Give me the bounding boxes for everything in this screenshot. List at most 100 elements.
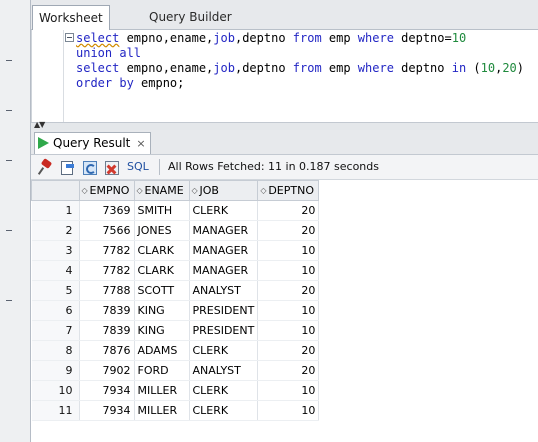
deptno-cell[interactable]: 10 bbox=[257, 400, 320, 421]
code-line[interactable]: select empno,ename,job,deptno from emp w… bbox=[76, 61, 524, 76]
table-row[interactable]: 7 7839 KING PRESIDENT 10 bbox=[31, 320, 320, 341]
deptno-cell[interactable]: 20 bbox=[257, 340, 320, 361]
column-header-job[interactable]: ◇ JOB bbox=[188, 180, 259, 201]
table-row[interactable]: 9 7902 FORD ANALYST 20 bbox=[31, 360, 320, 381]
row-number-cell[interactable]: 5 bbox=[31, 280, 80, 301]
deptno-cell[interactable]: 10 bbox=[257, 320, 320, 341]
deptno-cell[interactable]: 10 bbox=[257, 380, 320, 401]
table-row[interactable]: 1 7369 SMITH CLERK 20 bbox=[31, 200, 320, 221]
row-number-cell[interactable]: 6 bbox=[31, 300, 80, 321]
table-row[interactable]: 8 7876 ADAMS CLERK 20 bbox=[31, 340, 320, 361]
deptno-cell[interactable]: 10 bbox=[257, 300, 320, 321]
table-row[interactable]: 6 7839 KING PRESIDENT 10 bbox=[31, 300, 320, 321]
empno-cell[interactable]: 7369 bbox=[79, 200, 135, 221]
empno-cell[interactable]: 7839 bbox=[79, 300, 135, 321]
ename-cell[interactable]: KING bbox=[134, 320, 190, 341]
ename-cell[interactable]: CLARK bbox=[134, 240, 190, 261]
ename-cell[interactable]: SCOTT bbox=[134, 280, 190, 301]
job-cell[interactable]: ANALYST bbox=[189, 280, 259, 301]
table-row[interactable]: 5 7788 SCOTT ANALYST 20 bbox=[31, 280, 320, 301]
tab-query-result[interactable]: Query Result × bbox=[34, 132, 151, 154]
sql-keyword: select bbox=[76, 61, 120, 75]
result-rows: 1 7369 SMITH CLERK 20 2 7566 JONES MANAGER 20 3 778… bbox=[31, 200, 320, 421]
empno-cell[interactable]: 7902 bbox=[79, 360, 135, 381]
column-label: EMPNO bbox=[89, 184, 130, 197]
empno-cell[interactable]: 7934 bbox=[79, 400, 135, 421]
job-cell[interactable]: CLERK bbox=[189, 340, 259, 361]
empno-cell[interactable]: 7566 bbox=[79, 220, 135, 241]
empno-cell[interactable]: 7876 bbox=[79, 340, 135, 361]
table-row[interactable]: 4 7782 CLARK MANAGER 10 bbox=[31, 260, 320, 281]
deptno-cell[interactable]: 10 bbox=[257, 260, 320, 281]
deptno-cell[interactable]: 20 bbox=[257, 280, 320, 301]
sql-text: ,deptno bbox=[234, 61, 293, 75]
deptno-cell[interactable]: 10 bbox=[257, 240, 320, 261]
job-cell[interactable]: PRESIDENT bbox=[189, 320, 259, 341]
empno-cell[interactable]: 7782 bbox=[79, 260, 135, 281]
job-cell[interactable]: MANAGER bbox=[189, 260, 259, 281]
job-cell[interactable]: CLERK bbox=[189, 380, 259, 401]
sql-text: empno; bbox=[133, 76, 185, 90]
table-row[interactable]: 11 7934 MILLER CLERK 10 bbox=[31, 400, 320, 421]
row-number-cell[interactable]: 1 bbox=[31, 200, 80, 221]
ename-cell[interactable]: KING bbox=[134, 300, 190, 321]
row-number-cell[interactable]: 3 bbox=[31, 240, 80, 261]
code-line[interactable]: order by empno; bbox=[76, 76, 524, 91]
pin-icon[interactable] bbox=[37, 158, 53, 175]
empno-cell[interactable]: 7788 bbox=[79, 280, 135, 301]
job-cell[interactable]: CLERK bbox=[189, 200, 259, 221]
row-number-cell[interactable]: 7 bbox=[31, 320, 80, 341]
left-navigator-strip bbox=[0, 0, 31, 442]
table-row[interactable]: 2 7566 JONES MANAGER 20 bbox=[31, 220, 320, 241]
splitter-arrows-icon[interactable]: ▲▼ bbox=[34, 121, 45, 129]
deptno-cell[interactable]: 20 bbox=[257, 360, 320, 381]
job-cell[interactable]: MANAGER bbox=[189, 240, 259, 261]
tab-query-builder[interactable]: Query Builder bbox=[143, 6, 238, 28]
sql-button[interactable]: SQL bbox=[127, 160, 149, 173]
table-row[interactable]: 10 7934 MILLER CLERK 10 bbox=[31, 380, 320, 401]
sql-text: empno,ename, bbox=[119, 61, 214, 75]
code-line[interactable]: union all bbox=[76, 46, 524, 61]
column-header-empno[interactable]: ◇ EMPNO bbox=[78, 180, 135, 201]
tab-worksheet[interactable]: Worksheet bbox=[32, 5, 110, 30]
column-header-ename[interactable]: ◇ ENAME bbox=[133, 180, 190, 201]
export-icon[interactable] bbox=[59, 159, 75, 175]
ename-cell[interactable]: SMITH bbox=[134, 200, 190, 221]
ename-cell[interactable]: ADAMS bbox=[134, 340, 190, 361]
job-cell[interactable]: MANAGER bbox=[189, 220, 259, 241]
refresh-icon[interactable] bbox=[82, 159, 98, 175]
cancel-icon[interactable] bbox=[104, 159, 120, 175]
sql-number: 10 bbox=[480, 61, 496, 75]
ename-cell[interactable]: CLARK bbox=[134, 260, 190, 281]
deptno-cell[interactable]: 20 bbox=[257, 220, 320, 241]
empno-cell[interactable]: 7934 bbox=[79, 380, 135, 401]
row-number-cell[interactable]: 11 bbox=[31, 400, 80, 421]
row-number-cell[interactable]: 9 bbox=[31, 360, 80, 381]
ename-cell[interactable]: MILLER bbox=[134, 400, 190, 421]
job-cell[interactable]: PRESIDENT bbox=[189, 300, 259, 321]
close-tab-icon[interactable]: × bbox=[136, 137, 145, 150]
ename-cell[interactable]: JONES bbox=[134, 220, 190, 241]
row-number-cell[interactable]: 8 bbox=[31, 340, 80, 361]
result-toolbar: SQL All Rows Fetched: 11 in 0.187 second… bbox=[31, 155, 538, 180]
row-number-cell[interactable]: 10 bbox=[31, 380, 80, 401]
result-tabbar: Query Result × bbox=[31, 130, 538, 155]
fold-collapse-icon[interactable] bbox=[65, 33, 74, 42]
job-cell[interactable]: ANALYST bbox=[189, 360, 259, 381]
job-cell[interactable]: CLERK bbox=[189, 400, 259, 421]
code-line[interactable]: select empno,ename,job,deptno from emp w… bbox=[76, 31, 524, 46]
row-number-cell[interactable]: 4 bbox=[31, 260, 80, 281]
ename-cell[interactable]: FORD bbox=[134, 360, 190, 381]
empno-cell[interactable]: 7839 bbox=[79, 320, 135, 341]
deptno-cell[interactable]: 20 bbox=[257, 200, 320, 221]
sql-code[interactable]: select empno,ename,job,deptno from emp w… bbox=[76, 31, 524, 91]
strip-marker bbox=[6, 60, 12, 61]
empno-cell[interactable]: 7782 bbox=[79, 240, 135, 261]
column-header-deptno[interactable]: ◇ DEPTNO bbox=[257, 180, 320, 201]
table-row[interactable]: 3 7782 CLARK MANAGER 10 bbox=[31, 240, 320, 261]
column-label: DEPTNO bbox=[268, 184, 314, 197]
column-label: ENAME bbox=[144, 184, 184, 197]
ename-cell[interactable]: MILLER bbox=[134, 380, 190, 401]
sql-editor[interactable]: select empno,ename,job,deptno from emp w… bbox=[31, 30, 538, 122]
row-number-cell[interactable]: 2 bbox=[31, 220, 80, 241]
